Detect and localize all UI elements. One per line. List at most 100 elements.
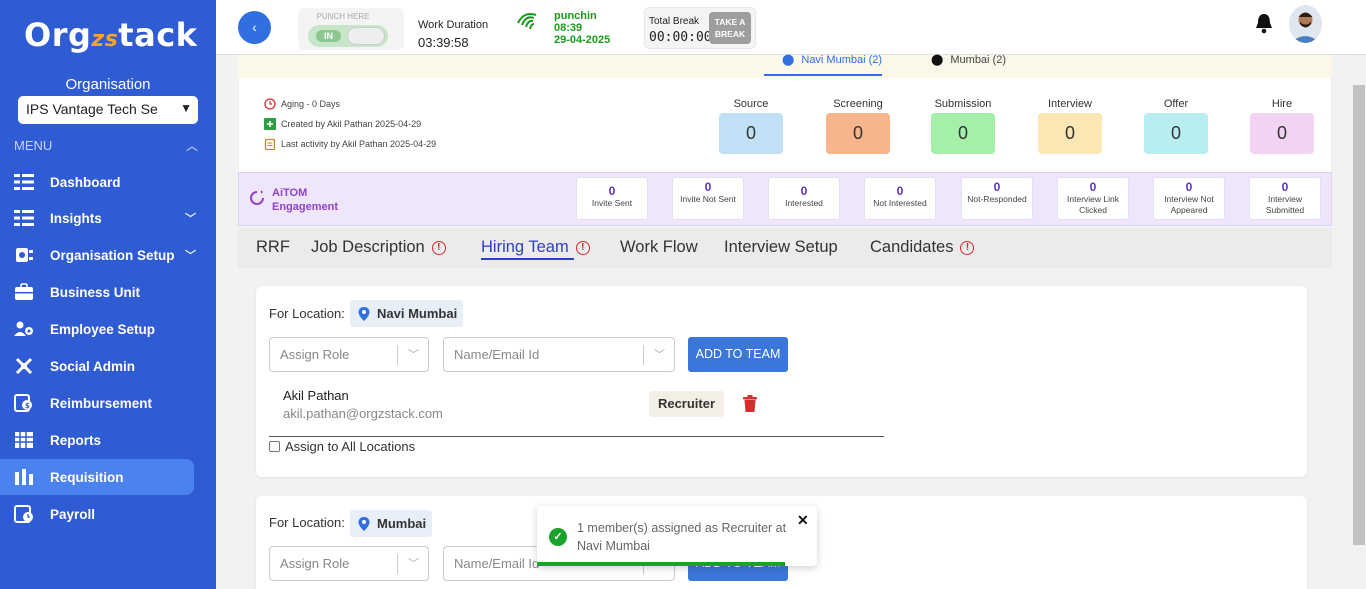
metric-not-responded[interactable]: 0 Not-Responded	[961, 177, 1033, 220]
pin-icon	[358, 516, 370, 531]
check-circle-icon: ✓	[549, 528, 567, 546]
metric-invite-not-sent[interactable]: 0 Invite Not Sent	[672, 177, 744, 220]
trash-icon[interactable]	[743, 395, 757, 412]
chevron-up-icon[interactable]: ︿	[186, 137, 198, 154]
tab-interview-setup[interactable]: Interview Setup	[724, 238, 838, 257]
punch-toggle[interactable]: IN	[308, 25, 388, 47]
reports-icon	[15, 432, 33, 448]
stage-offer[interactable]: Offer 0	[1144, 98, 1208, 154]
page-scrollbar[interactable]	[1352, 55, 1366, 589]
chevron-down-icon: ﹀	[408, 349, 419, 361]
success-toast: ✓ 1 member(s) assigned as Recruiter at N…	[537, 506, 817, 566]
punch-label: PUNCH HERE	[316, 12, 370, 21]
organisation-setup-icon	[16, 248, 33, 262]
back-button[interactable]: ‹	[238, 11, 271, 44]
aitom-title: AiTOM Engagement	[272, 187, 339, 213]
insights-icon	[14, 210, 34, 226]
sidebar-item-dashboard[interactable]: Dashboard	[0, 164, 194, 200]
tab-rrf[interactable]: RRF	[256, 238, 290, 257]
close-icon[interactable]: ✕	[797, 512, 809, 529]
fingerprint-icon	[517, 13, 537, 30]
stage-submission[interactable]: Submission 0	[931, 98, 995, 154]
sidebar-item-social-admin[interactable]: Social Admin	[0, 348, 194, 384]
take-break-button[interactable]: TAKE A BREAK	[709, 12, 751, 44]
clock-icon	[264, 98, 276, 110]
active-tab-underline	[481, 258, 574, 260]
tab-hiring-team[interactable]: Hiring Team!	[481, 238, 590, 257]
reimbursement-icon: $	[14, 394, 32, 412]
sidebar-item-requisition[interactable]: Requisition	[0, 459, 194, 495]
toggle-knob	[347, 27, 385, 45]
add-to-team-button[interactable]: ADD TO TEAM	[688, 337, 788, 372]
employee-setup-icon	[14, 321, 33, 336]
sidebar-item-insights[interactable]: Insights ﹀	[0, 200, 196, 236]
warning-icon: !	[431, 240, 446, 255]
metric-not-interested[interactable]: 0 Not Interested	[864, 177, 936, 220]
sidebar-item-reimbursement[interactable]: $ Reimbursement	[0, 385, 194, 421]
created-row: Created by Akil Pathan 2025-04-29	[264, 118, 421, 130]
dashboard-icon	[14, 174, 34, 190]
organisation-select[interactable]: IPS Vantage Tech Se ▼	[18, 96, 198, 124]
sidebar-item-organisation-setup[interactable]: Organisation Setup ﹀	[0, 237, 196, 273]
tab-location-navi-mumbai[interactable]: ⬤ Navi Mumbai (2)	[782, 53, 882, 66]
assign-role-select[interactable]: Assign Role ﹀	[269, 546, 429, 581]
svg-text:$: $	[25, 402, 30, 410]
chevron-down-icon: ﹀	[185, 213, 196, 225]
assign-role-select[interactable]: Assign Role ﹀	[269, 337, 429, 372]
stage-interview[interactable]: Interview 0	[1038, 98, 1102, 154]
for-location-label: For Location:	[269, 515, 345, 530]
plus-icon	[264, 118, 276, 130]
chevron-left-icon: ‹	[252, 19, 257, 35]
punch-state: IN	[316, 30, 341, 42]
metric-invite-sent[interactable]: 0 Invite Sent	[576, 177, 648, 220]
requisition-icon	[15, 469, 33, 485]
assign-all-checkbox[interactable]	[269, 441, 280, 452]
work-duration-label: Work Duration	[418, 19, 489, 31]
warning-icon: !	[960, 240, 975, 255]
aging-row: Aging - 0 Days	[264, 98, 340, 110]
stage-screening[interactable]: Screening 0	[826, 98, 890, 154]
menu-label: MENU	[14, 138, 53, 153]
sidebar-item-business-unit[interactable]: Business Unit	[0, 274, 194, 310]
assign-all-locations[interactable]: Assign to All Locations	[269, 439, 415, 454]
total-break-value: 00:00:00	[649, 30, 712, 45]
top-bar: ‹ PUNCH HERE IN Work Duration 03:39:58 p…	[216, 0, 1366, 55]
role-badge: Recruiter	[649, 391, 724, 417]
organisation-label: Organisation	[65, 76, 151, 93]
payroll-icon	[14, 505, 33, 523]
chevron-down-icon: ﹀	[185, 250, 196, 262]
chevron-down-icon: ﹀	[408, 558, 419, 570]
sidebar-item-employee-setup[interactable]: Employee Setup	[0, 311, 194, 347]
member-email: akil.pathan@orgzstack.com	[283, 406, 443, 421]
metric-interview-submitted[interactable]: 0 Interview Submitted	[1249, 177, 1321, 220]
metric-interview-not-appeared[interactable]: 0 Interview Not Appeared	[1153, 177, 1225, 220]
metric-interview-link-clicked[interactable]: 0 Interview Link Clicked	[1057, 177, 1129, 220]
location-chip: Mumbai	[350, 510, 433, 537]
punchin-date: 29-04-2025	[554, 34, 611, 46]
work-duration-value: 03:39:58	[418, 35, 469, 50]
sidebar-item-reports[interactable]: Reports	[0, 422, 194, 458]
chevron-down-icon: ▼	[180, 101, 192, 115]
location-chip: Navi Mumbai	[350, 300, 464, 327]
tab-work-flow[interactable]: Work Flow	[620, 238, 698, 257]
bell-icon[interactable]	[1255, 12, 1273, 34]
sidebar-item-payroll[interactable]: Payroll	[0, 496, 194, 532]
location-tab-underline	[764, 74, 882, 76]
tab-location-mumbai[interactable]: ⬤ Mumbai (2)	[931, 53, 1006, 66]
stage-hire[interactable]: Hire 0	[1250, 98, 1314, 154]
avatar[interactable]	[1289, 5, 1322, 43]
pin-icon	[358, 306, 370, 321]
divider	[269, 436, 884, 437]
orgzstack-logo[interactable]: Orgzstack	[24, 16, 197, 54]
clipboard-icon	[264, 138, 276, 150]
briefcase-icon	[15, 283, 33, 300]
tab-job-description[interactable]: Job Description!	[311, 238, 446, 257]
name-email-select[interactable]: Name/Email Id ﹀	[443, 337, 675, 372]
refresh-ai-icon	[250, 190, 264, 205]
stage-source[interactable]: Source 0	[719, 98, 783, 154]
metric-interested[interactable]: 0 Interested	[768, 177, 840, 220]
break-box: Total Break 00:00:00 TAKE A BREAK	[644, 7, 756, 49]
total-break-label: Total Break	[649, 16, 700, 27]
tab-candidates[interactable]: Candidates!	[870, 238, 975, 257]
scrollbar-thumb[interactable]	[1353, 85, 1365, 545]
